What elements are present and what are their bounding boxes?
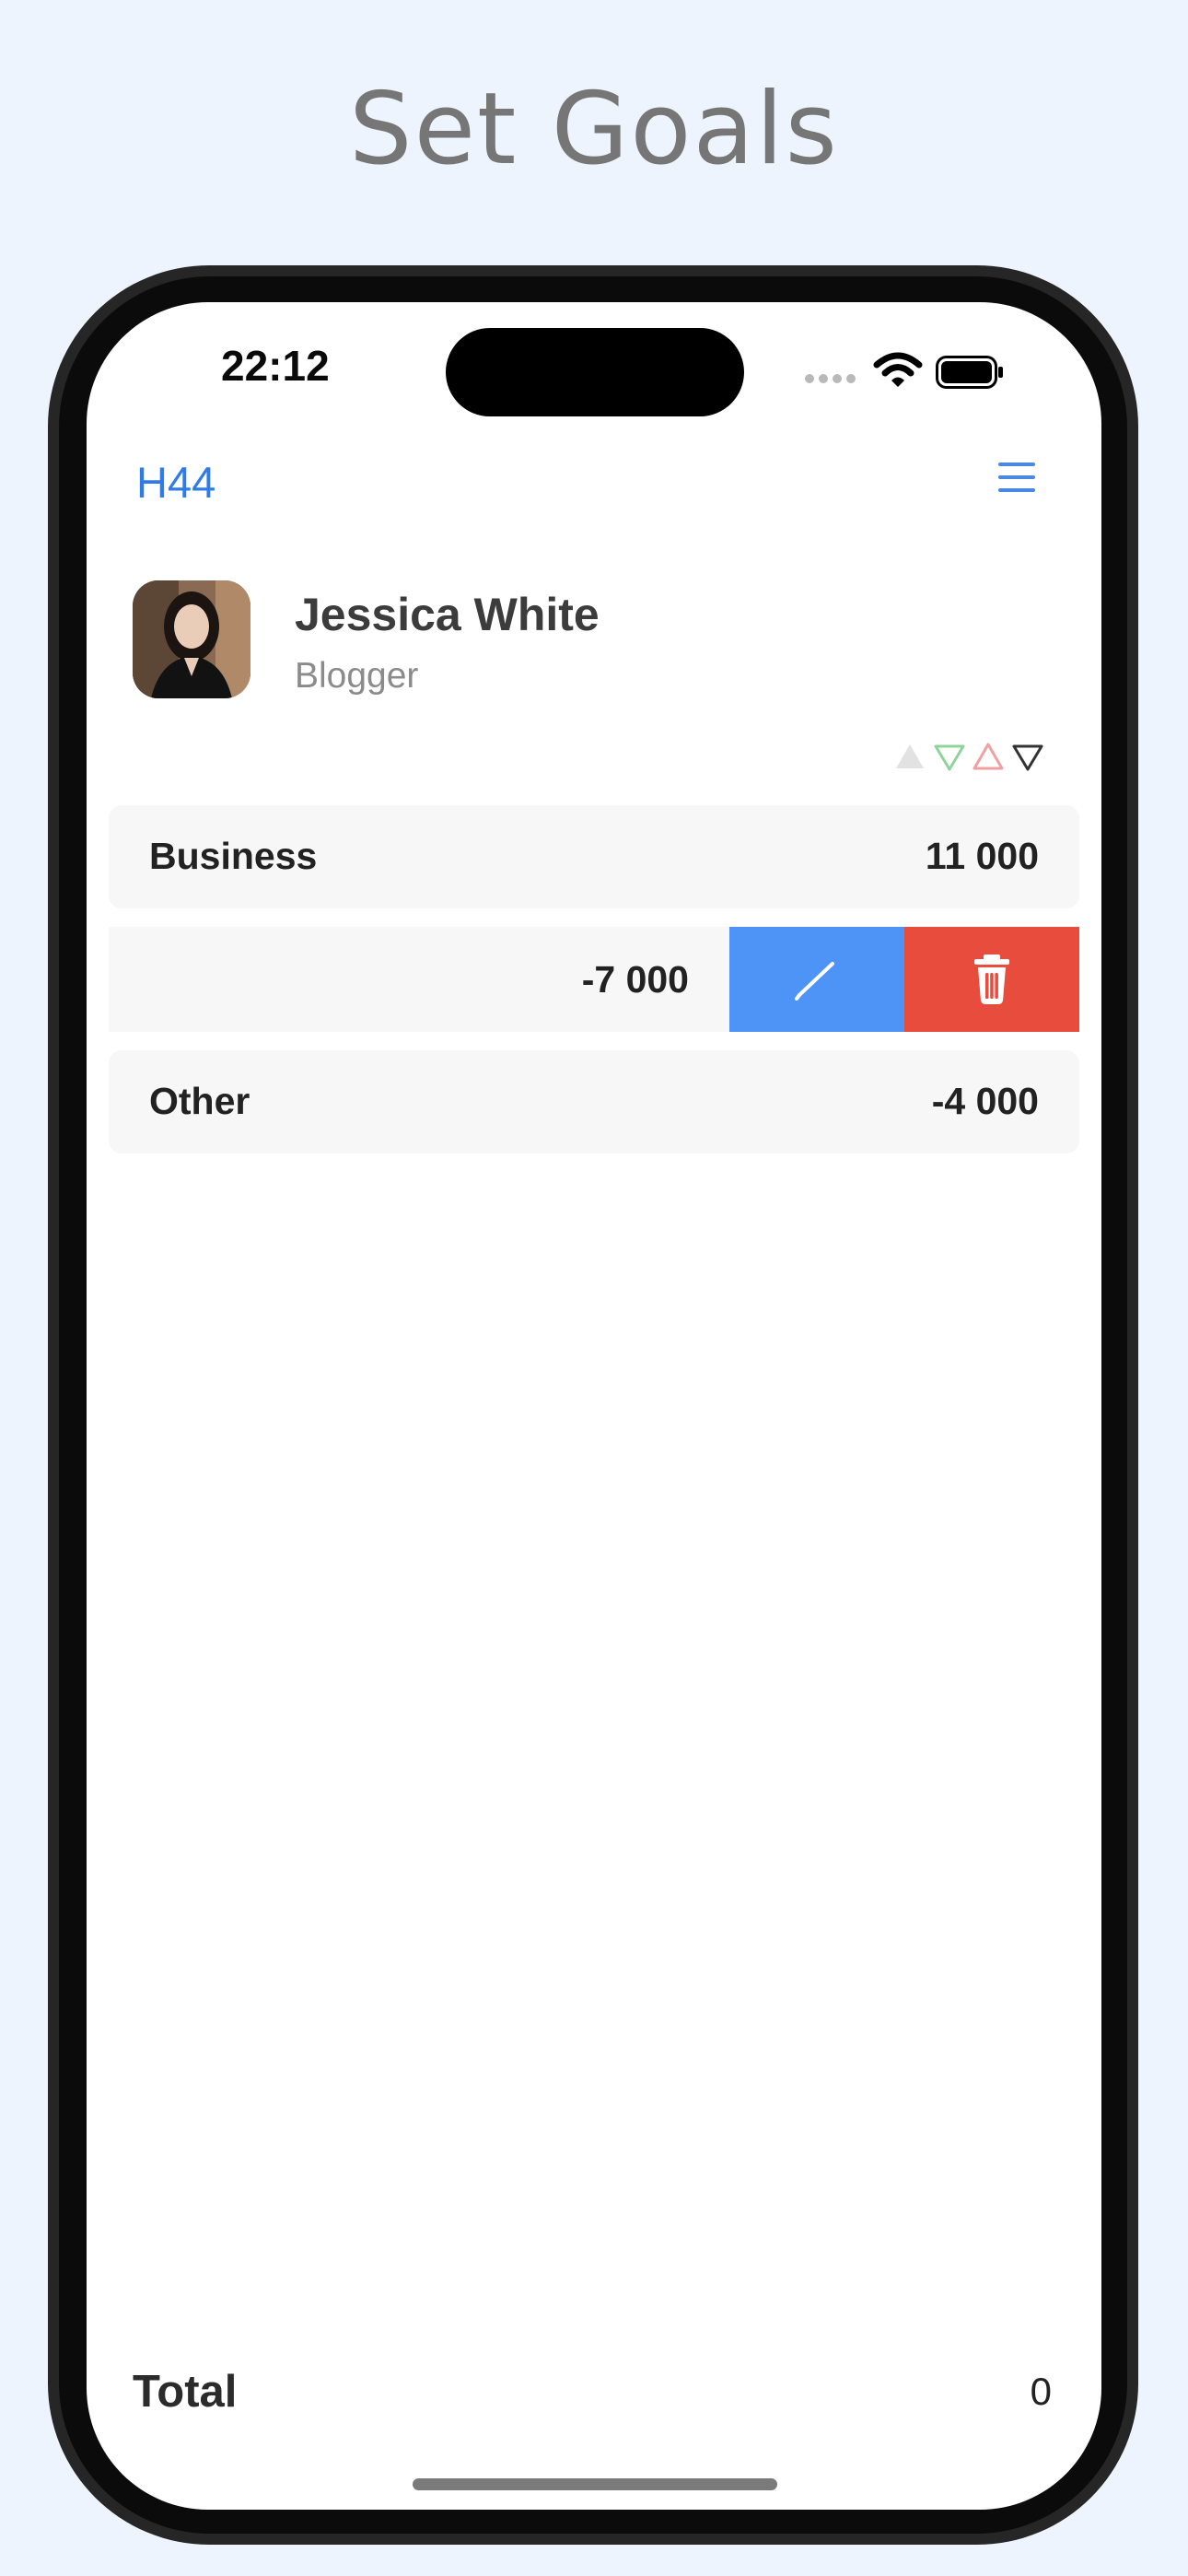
signal-dots-icon bbox=[805, 374, 856, 385]
goal-value: -4 000 bbox=[931, 1080, 1039, 1122]
goal-row-content[interactable]: -7 000 bbox=[109, 927, 729, 1032]
edit-button[interactable] bbox=[729, 927, 904, 1032]
dynamic-island bbox=[446, 328, 744, 416]
goal-row-business[interactable]: Business 11 000 bbox=[109, 805, 1079, 908]
triangle-down-outline-black-icon[interactable] bbox=[1012, 744, 1043, 771]
headline: Set Goals bbox=[349, 72, 839, 187]
app-screen: 22:12 H44 Jessica White Blogger Business… bbox=[87, 302, 1101, 2510]
triangle-down-outline-green-icon[interactable] bbox=[934, 744, 965, 771]
trash-icon bbox=[974, 954, 1009, 1004]
home-indicator[interactable] bbox=[413, 2478, 777, 2490]
nav-title[interactable]: H44 bbox=[136, 457, 215, 508]
avatar-image bbox=[133, 580, 250, 698]
hamburger-menu-icon[interactable] bbox=[998, 461, 1039, 496]
edit-pencil-icon bbox=[795, 962, 834, 1001]
goal-value: 11 000 bbox=[925, 835, 1039, 877]
sort-filter-icons bbox=[896, 743, 1043, 771]
profile-role: Blogger bbox=[295, 656, 419, 696]
status-time: 22:12 bbox=[221, 342, 330, 390]
battery-icon bbox=[936, 356, 1003, 389]
avatar bbox=[133, 580, 250, 698]
total-label: Total bbox=[133, 2367, 238, 2417]
delete-button[interactable] bbox=[904, 927, 1079, 1032]
wifi-icon bbox=[873, 352, 923, 387]
triangle-up-outline-red-icon[interactable] bbox=[973, 743, 1004, 770]
profile-name: Jessica White bbox=[295, 589, 600, 640]
total-value: 0 bbox=[1030, 2370, 1052, 2413]
goal-row-swiped[interactable]: -7 000 bbox=[109, 927, 1079, 1032]
goal-row-other[interactable]: Other -4 000 bbox=[109, 1050, 1079, 1153]
goal-label: Other bbox=[149, 1080, 250, 1122]
goal-value: -7 000 bbox=[581, 958, 689, 1001]
triangle-up-filled-gray-icon[interactable] bbox=[896, 744, 924, 768]
goal-label: Business bbox=[149, 835, 318, 877]
